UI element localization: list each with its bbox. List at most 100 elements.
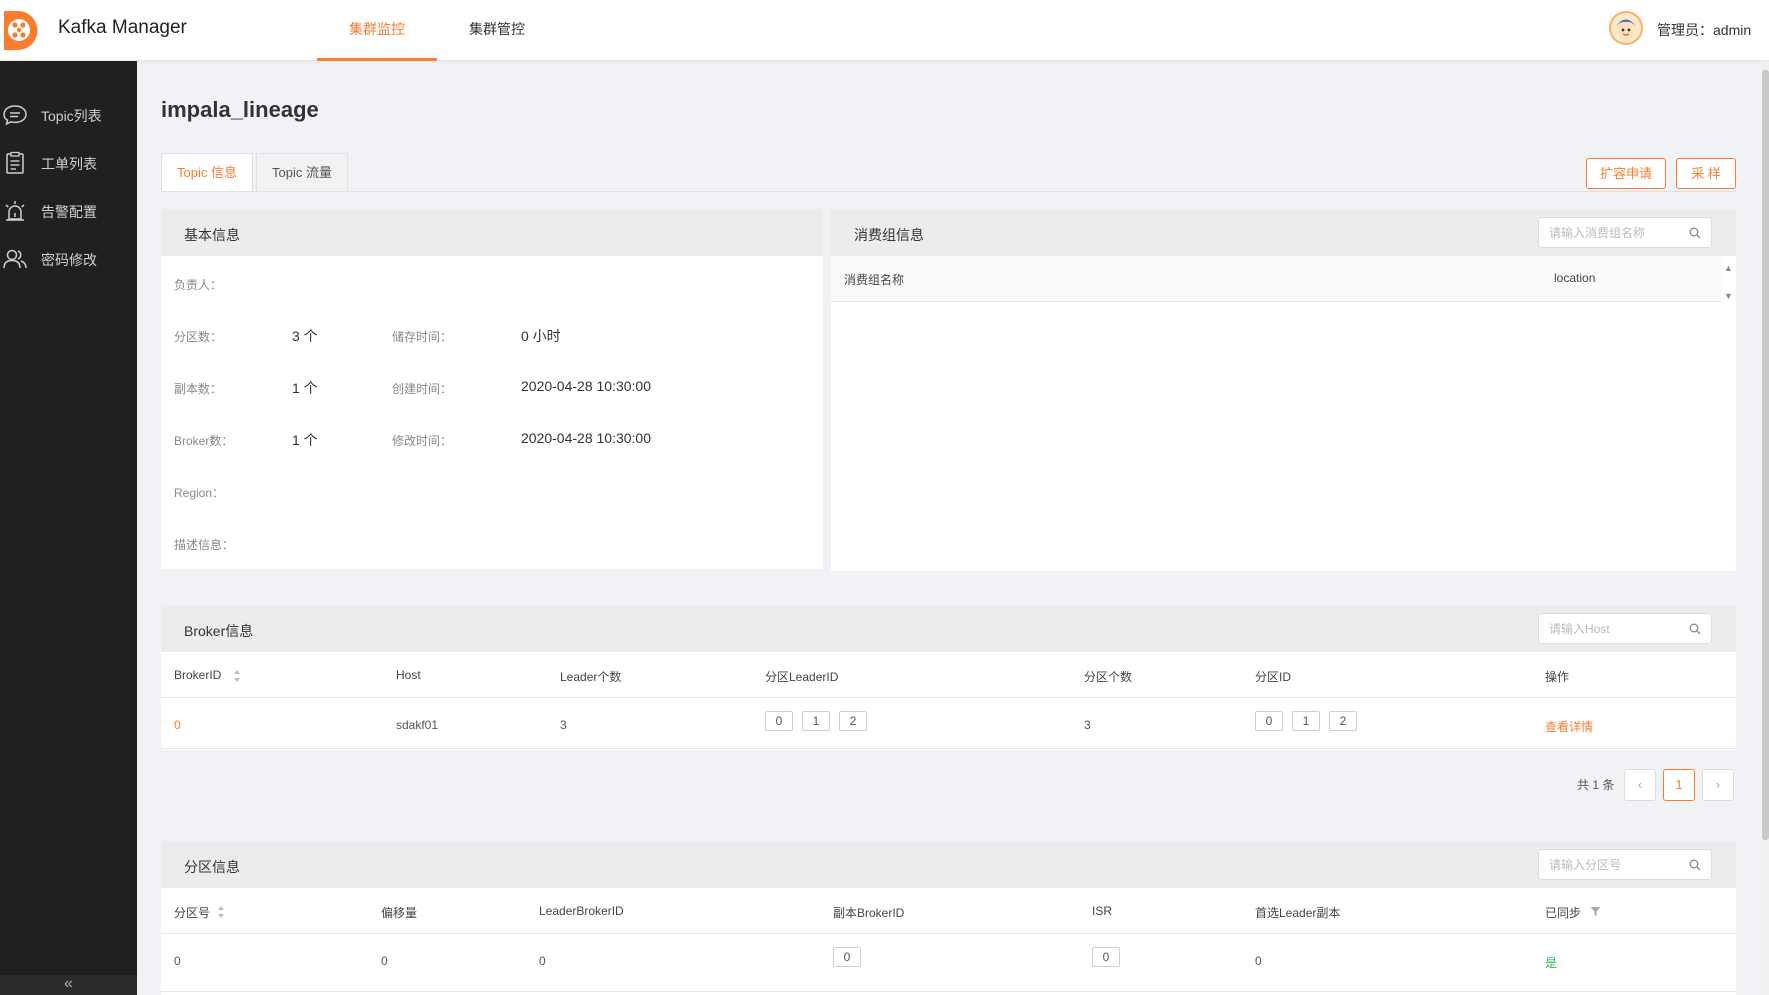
sidebar-item-topic-list[interactable]: Topic列表 — [0, 94, 137, 136]
sidebar-item-label: 密码修改 — [41, 252, 97, 268]
search-icon[interactable] — [1689, 623, 1701, 635]
top-header: Kafka Manager 集群监控 集群管控 管理员：admin — [0, 0, 1769, 61]
panel-header: 消费组信息 — [831, 209, 1736, 256]
partitions-value: 3 个 — [292, 328, 318, 344]
pagination-next-button[interactable]: › — [1702, 769, 1734, 801]
pagination-prev-button[interactable]: ‹ — [1624, 769, 1656, 801]
sidebar-item-ticket-list[interactable]: 工单列表 — [0, 142, 137, 184]
column-header-isr: ISR — [1092, 904, 1113, 918]
pagination-page-button[interactable]: 1 — [1663, 769, 1695, 801]
nav-tab-cluster-control[interactable]: 集群管控 — [437, 0, 557, 61]
leader-count-cell: 3 — [560, 718, 567, 732]
region-label: Region： — [174, 486, 225, 500]
broker-id-link[interactable]: 0 — [174, 718, 181, 732]
leader-id-chip: 2 — [839, 711, 867, 731]
modified-value: 2020-04-28 10:30:00 — [521, 430, 651, 446]
avatar[interactable] — [1609, 11, 1643, 45]
sort-icon[interactable] — [217, 905, 225, 919]
column-header-action: 操作 — [1545, 670, 1570, 684]
column-header-replica-broker-id: 副本BrokerID — [833, 906, 905, 920]
column-header-partition-leader-id: 分区LeaderID — [765, 670, 839, 684]
table-header: 消费组名称 location — [831, 256, 1721, 301]
replicas-label: 副本数： — [174, 382, 223, 396]
sidebar: Topic列表 工单列表 告警配置 密码修改 « — [0, 61, 137, 995]
consumer-group-panel: 消费组信息 消费组名称 location ▲▼ — [831, 209, 1736, 571]
partition-id-chip: 1 — [1292, 711, 1320, 731]
panel-title: 消费组信息 — [854, 227, 924, 243]
sidebar-item-alarm-config[interactable]: 告警配置 — [0, 190, 137, 232]
sort-icon[interactable] — [233, 669, 241, 683]
column-header-synced: 已同步 — [1545, 906, 1582, 920]
retention-value: 0 小时 — [521, 328, 561, 344]
column-header-consumer-group: 消费组名称 — [844, 273, 905, 287]
app-title: Kafka Manager — [58, 17, 187, 38]
alarm-icon — [5, 201, 25, 221]
panel-header: 基本信息 — [161, 209, 823, 256]
user-label[interactable]: 管理员：admin — [1657, 20, 1751, 40]
host-cell: sdakf01 — [396, 718, 439, 732]
header-divider — [831, 301, 1721, 302]
brokers-label: Broker数： — [174, 434, 234, 448]
replica-broker-id-chip: 0 — [833, 947, 861, 967]
page-scrollbar-thumb[interactable] — [1762, 70, 1769, 840]
panel-header: Broker信息 — [161, 605, 1736, 652]
isr-chip: 0 — [1092, 947, 1120, 967]
sidebar-item-password-change[interactable]: 密码修改 — [0, 238, 137, 280]
kafka-logo-icon[interactable] — [0, 9, 40, 52]
user-avatar-icon — [1616, 19, 1636, 39]
host-search-input[interactable] — [1549, 620, 1679, 638]
partition-search[interactable] — [1538, 849, 1712, 880]
offset-cell: 0 — [381, 954, 388, 968]
row-divider — [161, 748, 1736, 749]
search-icon[interactable] — [1689, 227, 1701, 239]
expand-request-button[interactable]: 扩容申请 — [1586, 158, 1666, 189]
panel-title: Broker信息 — [184, 623, 254, 639]
description-label: 描述信息： — [174, 538, 235, 552]
tab-topic-traffic[interactable]: Topic 流量 — [256, 153, 348, 192]
host-search[interactable] — [1538, 613, 1712, 644]
column-header-partition-count: 分区个数 — [1084, 670, 1133, 684]
modified-label: 修改时间： — [392, 434, 453, 448]
users-icon — [3, 249, 27, 269]
column-header-partition[interactable]: 分区号 — [174, 904, 210, 921]
broker-info-panel: Broker信息 BrokerID Host Leader个数 分区Leader… — [161, 605, 1736, 750]
partition-search-input[interactable] — [1549, 856, 1679, 874]
partition-count-cell: 3 — [1084, 718, 1091, 732]
partition-cell: 0 — [174, 954, 181, 968]
replicas-value: 1 个 — [292, 380, 318, 396]
consumer-group-search[interactable] — [1538, 217, 1712, 248]
panel-header: 分区信息 — [161, 841, 1736, 888]
sidebar-item-label: Topic列表 — [41, 108, 102, 124]
nav-tab-cluster-monitor[interactable]: 集群监控 — [317, 0, 437, 61]
partitions-label: 分区数： — [174, 330, 223, 344]
leader-broker-id-cell: 0 — [539, 954, 546, 968]
column-header-host: Host — [396, 668, 421, 682]
column-header-partition-id: 分区ID — [1255, 670, 1292, 684]
panel-title: 分区信息 — [184, 859, 240, 875]
preferred-leader-cell: 0 — [1255, 954, 1262, 968]
column-header-broker-id[interactable]: BrokerID — [174, 668, 221, 682]
sidebar-collapse-button[interactable]: « — [0, 975, 137, 995]
brokers-value: 1 个 — [292, 432, 318, 448]
leader-id-chip: 1 — [802, 711, 830, 731]
column-header-location: location — [1554, 271, 1596, 285]
pagination-total: 共 1 条 — [1577, 778, 1615, 792]
owner-label: 负责人： — [174, 278, 223, 292]
synced-status: 是 — [1545, 956, 1558, 970]
filter-icon[interactable] — [1590, 906, 1601, 917]
clipboard-icon — [6, 151, 24, 174]
basic-info-panel: 基本信息 负责人： 分区数： 3 个 储存时间： 0 小时 副本数： 1 个 创… — [161, 209, 823, 569]
column-header-leader-count: Leader个数 — [560, 670, 622, 684]
tabs-divider — [161, 191, 1736, 192]
column-header-leader-broker-id: LeaderBrokerID — [539, 904, 624, 918]
sidebar-item-label: 告警配置 — [41, 204, 97, 220]
partition-info-panel: 分区信息 分区号 偏移量 LeaderBrokerID 副本BrokerID I… — [161, 841, 1736, 995]
search-icon[interactable] — [1689, 859, 1701, 871]
sample-button[interactable]: 采 样 — [1676, 158, 1736, 189]
panel-title: 基本信息 — [184, 227, 240, 243]
tab-topic-info[interactable]: Topic 信息 — [161, 153, 253, 192]
view-details-link[interactable]: 查看详情 — [1545, 718, 1593, 735]
leader-id-chip: 0 — [765, 711, 793, 731]
table-scroll-arrows[interactable]: ▲ ▼ — [1724, 261, 1733, 303]
consumer-group-search-input[interactable] — [1549, 224, 1679, 242]
